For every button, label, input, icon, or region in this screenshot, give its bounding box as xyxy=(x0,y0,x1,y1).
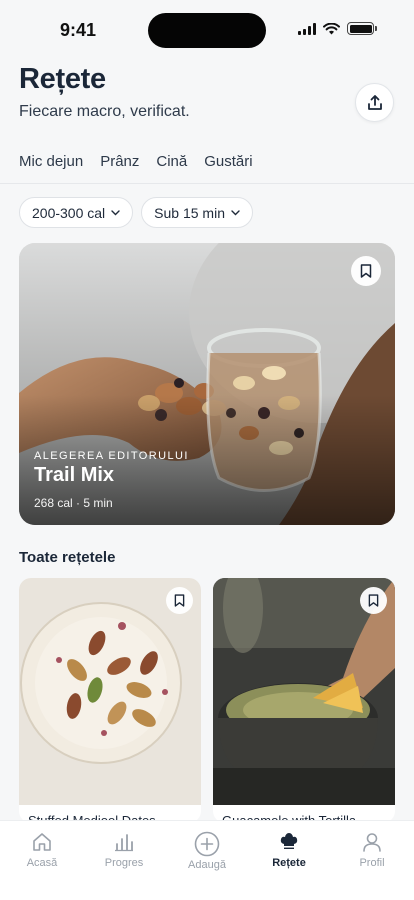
recipe-card[interactable]: Stuffed Medjool Dates xyxy=(19,578,201,823)
chart-icon xyxy=(115,834,133,852)
recipe-bookmark-button[interactable] xyxy=(166,587,193,614)
share-button[interactable] xyxy=(355,83,394,122)
tab-cina[interactable]: Cină xyxy=(156,153,187,170)
filter-calories-label: 200-300 cal xyxy=(32,204,106,221)
featured-kicker: ALEGEREA EDITORULUI xyxy=(34,450,189,462)
battery-icon xyxy=(347,22,377,35)
featured-recipe-card[interactable]: ALEGEREA EDITORULUI Trail Mix 268 cal · … xyxy=(19,243,395,525)
tabs-divider xyxy=(0,183,414,184)
plus-circle-icon xyxy=(194,831,220,857)
chevron-down-icon xyxy=(111,209,120,215)
nav-home-label: Acasă xyxy=(26,857,58,869)
filter-time[interactable]: Sub 15 min xyxy=(141,197,253,228)
filter-chips: 200-300 cal Sub 15 min xyxy=(19,197,253,228)
featured-meta: 268 cal · 5 min xyxy=(34,496,113,510)
tab-mic-dejun[interactable]: Mic dejun xyxy=(19,153,83,170)
tab-pranz[interactable]: Prânz xyxy=(100,153,139,170)
nav-home[interactable]: Acasă xyxy=(9,831,75,869)
status-time: 9:41 xyxy=(60,20,97,40)
bottom-nav: Acasă Progres Adaugă Rețete Profil xyxy=(0,820,414,900)
signal-icon xyxy=(298,22,316,35)
home-icon xyxy=(33,833,51,851)
nav-recipes-label: Rețete xyxy=(272,857,306,869)
nav-profile-label: Profil xyxy=(359,857,385,869)
status-bar: 9:41 xyxy=(0,0,414,58)
wifi-icon xyxy=(323,22,340,34)
page-subtitle: Fiecare macro, verificat. xyxy=(19,103,190,120)
nav-add[interactable]: Adaugă xyxy=(174,831,240,871)
filter-time-label: Sub 15 min xyxy=(154,204,225,221)
user-icon xyxy=(363,833,381,852)
recipe-card[interactable]: Guacamole with Tortilla xyxy=(213,578,395,823)
bookmark-icon xyxy=(174,594,185,607)
tab-gustari[interactable]: Gustări xyxy=(204,153,252,170)
recipe-bookmark-button[interactable] xyxy=(360,587,387,614)
page-title: Rețete xyxy=(19,63,106,95)
nav-progress[interactable]: Progres xyxy=(91,831,157,869)
nav-add-label: Adaugă xyxy=(188,859,226,871)
filter-calories[interactable]: 200-300 cal xyxy=(19,197,134,228)
nav-progress-label: Progres xyxy=(104,857,144,869)
chevron-down-icon xyxy=(231,209,240,215)
dynamic-island xyxy=(148,13,266,48)
chef-hat-icon xyxy=(280,833,298,849)
nav-recipes[interactable]: Rețete xyxy=(256,831,322,869)
section-title: Toate rețetele xyxy=(19,549,116,566)
category-tabs: Mic dejun Prânz Cină Gustări xyxy=(19,153,253,170)
featured-title: Trail Mix xyxy=(34,464,115,486)
featured-bookmark-button[interactable] xyxy=(351,256,381,286)
bookmark-icon xyxy=(368,594,379,607)
bookmark-icon xyxy=(360,264,372,278)
nav-profile[interactable]: Profil xyxy=(339,831,405,869)
share-icon xyxy=(367,94,382,110)
status-icons xyxy=(298,22,377,35)
